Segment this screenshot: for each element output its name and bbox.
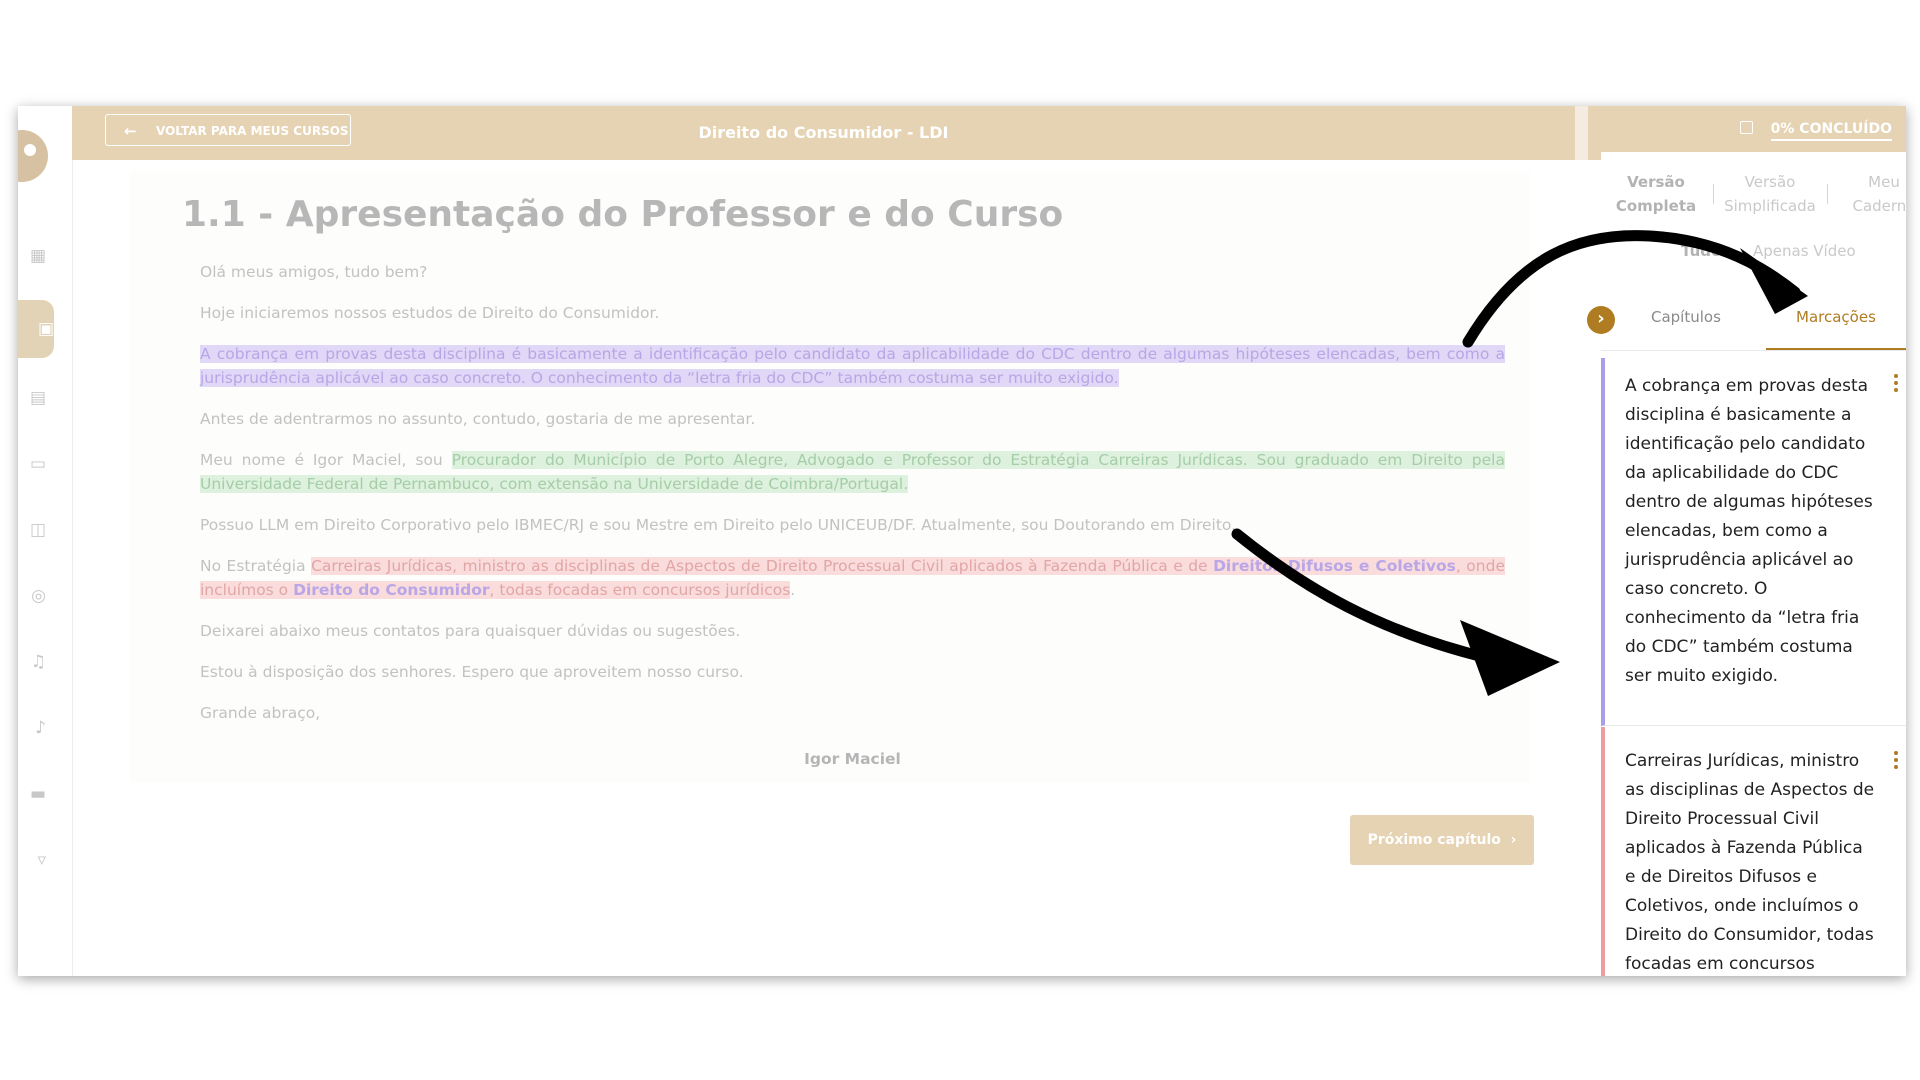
paragraph: Antes de adentrarmos no assunto, contudo… (200, 410, 756, 428)
progress-indicator[interactable]: 0% CONCLUÍDO (1739, 106, 1892, 152)
cart-nav-icon[interactable]: ▿ (18, 848, 46, 872)
progress-icon (1739, 121, 1753, 134)
tab-version-simplified[interactable]: Versão Simplificada (1715, 170, 1825, 218)
divider (1827, 184, 1828, 204)
tab-label: Meu (1868, 173, 1900, 191)
top-bar: ← VOLTAR PARA MEUS CURSOS Direito do Con… (72, 106, 1575, 160)
lesson-content: 1.1 - Apresentação do Professor e do Cur… (130, 172, 1530, 782)
chevron-right-icon: › (1505, 832, 1517, 848)
highlight-purple[interactable]: A cobrança em provas desta disciplina é … (200, 345, 1505, 387)
signature: Igor Maciel (804, 750, 901, 768)
highlight-text: Carreiras Jurídicas, ministro as discipl… (311, 557, 1214, 575)
tab-my-notebook[interactable]: Meu Caderno (1829, 170, 1906, 218)
tab-label: Versão (1627, 173, 1685, 191)
header-divider (1575, 106, 1588, 160)
more-vert-icon[interactable] (1894, 374, 1898, 395)
courses-nav-icon[interactable]: ▣ (18, 300, 54, 358)
highlight-card-text: Carreiras Jurídicas, ministro as discipl… (1625, 751, 1875, 974)
headphones-nav-icon[interactable]: ♫ (18, 650, 46, 674)
paragraph: Hoje iniciaremos nossos estudos de Direi… (200, 304, 660, 322)
divider (1713, 184, 1714, 204)
filter-all[interactable]: Tudo (1681, 242, 1721, 260)
sidebar: Versão Completa Versão Simplificada Meu … (1587, 152, 1906, 976)
paragraph: Meu nome é Igor Maciel, sou Procurador d… (200, 448, 1505, 496)
logo-icon[interactable] (18, 130, 48, 182)
more-vert-icon[interactable] (1894, 751, 1898, 772)
paragraph: Estou à disposição dos senhores. Espero … (200, 663, 744, 681)
tabs-divider (1601, 350, 1906, 351)
paragraph-text: Meu nome é Igor Maciel, sou (200, 451, 452, 469)
tab-chapters[interactable]: Capítulos (1651, 308, 1721, 326)
left-nav-rail: ▦ ▣ ▤ ▭ ◫ ◎ ♫ ♪ ▬ ▿ (18, 106, 73, 976)
paragraph: Possuo LLM em Direito Corporativo pelo I… (200, 516, 1237, 534)
collapse-toggle[interactable]: › (1587, 306, 1615, 334)
tab-highlights[interactable]: Marcações (1796, 308, 1876, 326)
next-chapter-label: Próximo capítulo (1367, 832, 1501, 848)
next-chapter-button[interactable]: Próximo capítulo › (1350, 815, 1534, 865)
paragraph: Deixarei abaixo meus contatos para quais… (200, 622, 741, 640)
book-nav-icon[interactable]: ▭ (18, 452, 46, 476)
tab-label: Caderno (1852, 197, 1906, 215)
highlight-card[interactable]: Carreiras Jurídicas, ministro as discipl… (1601, 727, 1906, 976)
highlight-card-text: A cobrança em provas desta disciplina é … (1625, 376, 1873, 686)
message-nav-icon[interactable]: ▬ (18, 782, 46, 806)
paragraph-text: No Estratégia (200, 557, 312, 575)
lesson-body: Olá meus amigos, tudo bem? Hoje iniciare… (200, 260, 1505, 771)
tab-label: Versão (1744, 173, 1796, 191)
tab-version-complete[interactable]: Versão Completa (1601, 170, 1711, 218)
target-nav-icon[interactable]: ◎ (18, 584, 46, 608)
highlight-card[interactable]: A cobrança em provas desta disciplina é … (1601, 358, 1906, 726)
music-nav-icon[interactable]: ♪ (18, 716, 46, 740)
course-title: Direito do Consumidor - LDI (698, 123, 949, 142)
progress-label: 0% CONCLUÍDO (1770, 121, 1892, 141)
tab-label: Completa (1615, 197, 1697, 215)
paragraph: Olá meus amigos, tudo bem? (200, 263, 428, 281)
filter-video-only[interactable]: Apenas Vídeo (1753, 242, 1856, 260)
app-window: ▦ ▣ ▤ ▭ ◫ ◎ ♫ ♪ ▬ ▿ ← VOLTAR PARA MEUS C… (18, 106, 1906, 976)
highlight-text: , todas focadas em concursos jurídicos (489, 581, 791, 599)
highlight-bold: Direitos Difusos e Coletivos (1213, 557, 1456, 575)
highlight-red[interactable]: Carreiras Jurídicas, ministro as discipl… (200, 557, 1505, 599)
tab-label: Simplificada (1724, 197, 1816, 215)
highlight-bold: Direito do Consumidor (293, 581, 490, 599)
chevron-right-icon: › (1597, 308, 1605, 329)
paragraph: A cobrança em provas desta disciplina é … (200, 342, 1505, 390)
paragraph: No Estratégia Carreiras Jurídicas, minis… (200, 554, 1505, 602)
document-nav-icon[interactable]: ▤ (18, 386, 46, 410)
dashboard-nav-icon[interactable]: ▦ (18, 244, 46, 268)
chart-nav-icon[interactable]: ◫ (18, 518, 46, 542)
paragraph-text: . (790, 581, 796, 599)
paragraph: Grande abraço, (200, 704, 321, 722)
lesson-title: 1.1 - Apresentação do Professor e do Cur… (182, 194, 1064, 235)
